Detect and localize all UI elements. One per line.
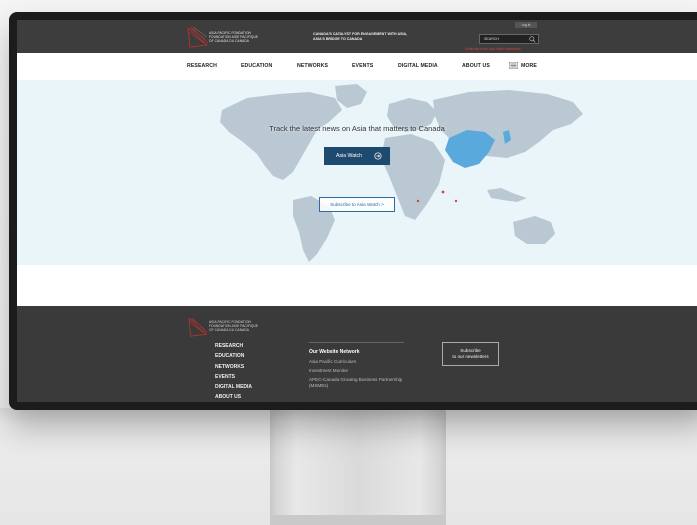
site-logo[interactable]: ASIA PACIFIC FONDATION FOUNDATION ASIE P…: [187, 25, 267, 49]
nav-item-digital-media[interactable]: DIGITAL MEDIA: [398, 63, 438, 69]
newsletter-link[interactable]: Subscribe to the Asia Watch Newsletter: [465, 47, 521, 51]
network-link-apec[interactable]: APEC-Canada Growing Business Partnership…: [309, 375, 404, 388]
hamburger-menu-icon[interactable]: [509, 62, 518, 69]
website-network: Our Website Network Asia Pacific Curricu…: [309, 342, 404, 388]
nav-item-events[interactable]: EVENTS: [352, 63, 373, 69]
nav-item-about-us[interactable]: ABOUT US: [462, 63, 490, 69]
asia-watch-button-label: Asia Watch: [336, 153, 363, 159]
site-tagline: CANADA'S CATALYST FOR ENGAGEMENT WITH AS…: [313, 32, 408, 41]
hero-banner: Track the latest news on Asia that matte…: [17, 80, 697, 265]
hero-title: Track the latest news on Asia that matte…: [269, 124, 445, 133]
footer-link-research[interactable]: RESEARCH: [215, 341, 252, 351]
map-marker: [441, 190, 445, 194]
site-header: ASIA PACIFIC FONDATION FOUNDATION ASIE P…: [17, 20, 697, 53]
monitor-bezel: ASIA PACIFIC FONDATION FOUNDATION ASIE P…: [9, 12, 697, 410]
map-north-america: [220, 92, 342, 180]
search-input[interactable]: SEARCH: [479, 34, 539, 44]
newsletter-subscribe-button[interactable]: Subscribe to our newsletters: [442, 342, 499, 366]
monitor-stand: [270, 410, 446, 525]
footer-links: RESEARCH EDUCATION NETWORKS EVENTS DIGIT…: [215, 341, 252, 402]
divider: [309, 342, 404, 343]
monitor-stand-base: [270, 515, 446, 525]
nav-item-research[interactable]: RESEARCH: [187, 63, 217, 69]
search-icon[interactable]: [529, 36, 536, 43]
login-button[interactable]: Log In: [515, 22, 537, 28]
footer-logo[interactable]: ASIA PACIFIC FONDATION FOUNDATION ASIE P…: [187, 316, 267, 338]
map-indonesia: [487, 188, 527, 202]
footer-link-digital-media[interactable]: DIGITAL MEDIA: [215, 382, 252, 392]
world-map: [220, 84, 583, 262]
network-link-investment-monitor[interactable]: Investment Monitor: [309, 367, 404, 376]
footer-link-networks[interactable]: NETWORKS: [215, 362, 252, 372]
logo-mark-icon: [188, 317, 208, 337]
map-marker: [416, 199, 420, 203]
nav-item-networks[interactable]: NETWORKS: [297, 63, 328, 69]
footer-link-education[interactable]: EDUCATION: [215, 351, 252, 361]
nav-item-education[interactable]: EDUCATION: [241, 63, 272, 69]
logo-mark-icon: [187, 26, 209, 48]
map-greenland: [335, 84, 367, 108]
site-footer: ASIA PACIFIC FONDATION FOUNDATION ASIE P…: [17, 306, 697, 402]
map-australia: [513, 216, 555, 244]
website-screen: ASIA PACIFIC FONDATION FOUNDATION ASIE P…: [17, 20, 697, 402]
main-nav: RESEARCH EDUCATION NETWORKS EVENTS DIGIT…: [17, 53, 697, 80]
footer-link-about-us[interactable]: ABOUT US: [215, 392, 252, 402]
nav-item-more[interactable]: MORE: [521, 63, 537, 69]
network-title: Our Website Network: [309, 349, 360, 355]
network-link-curriculum[interactable]: Asia Pacific Curriculum: [309, 358, 404, 367]
asia-watch-button[interactable]: Asia Watch: [324, 147, 390, 165]
logo-text: ASIA PACIFIC FONDATION FOUNDATION ASIE P…: [209, 31, 259, 43]
map-marker: [454, 199, 458, 203]
subscribe-asia-watch-button[interactable]: Subscribe to Asia Watch >: [319, 197, 395, 212]
search-placeholder: SEARCH: [484, 37, 499, 41]
footer-link-events[interactable]: EVENTS: [215, 372, 252, 382]
circle-arrow-icon: [374, 152, 382, 160]
footer-logo-text: ASIA PACIFIC FONDATION FOUNDATION ASIE P…: [209, 320, 259, 332]
